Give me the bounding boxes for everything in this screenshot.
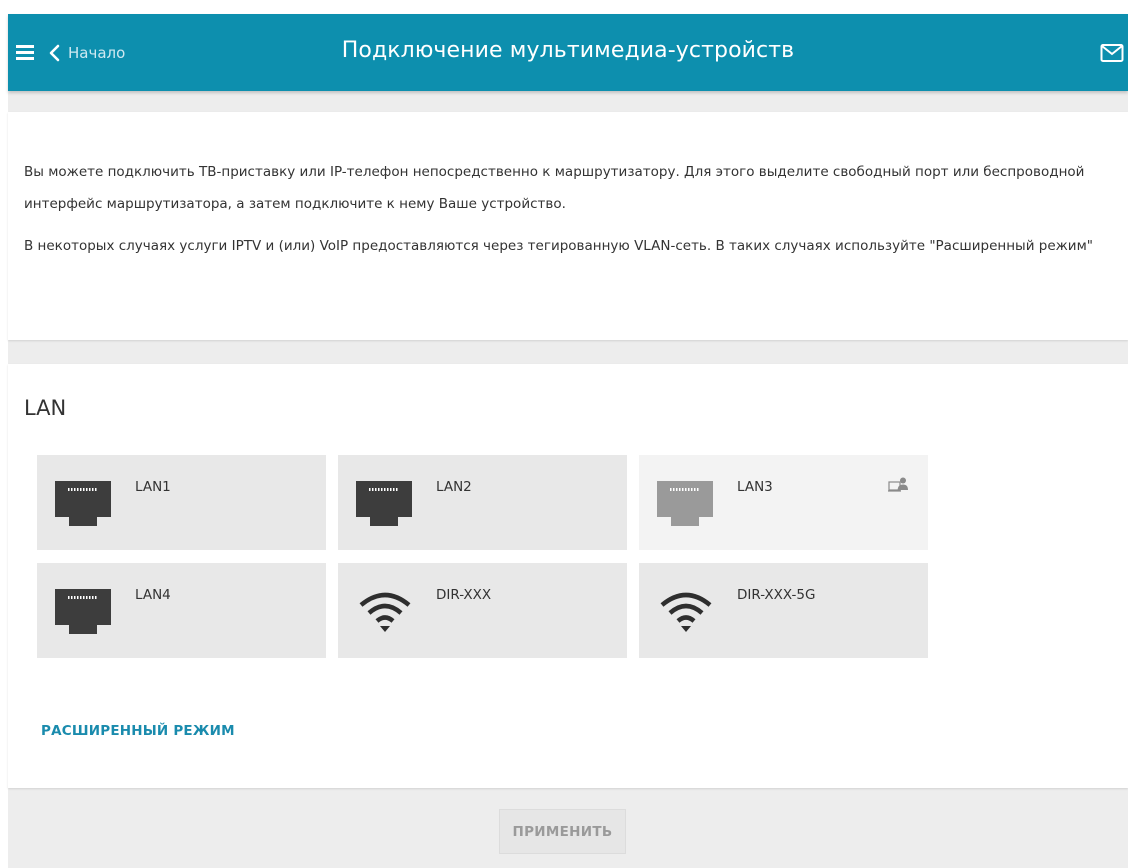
port-lan4[interactable]: LAN4	[37, 563, 326, 658]
apply-button[interactable]: ПРИМЕНИТЬ	[499, 809, 626, 854]
port-lan2[interactable]: LAN2	[338, 455, 627, 550]
top-bar: Начало Подключение мультимедиа-устройств	[8, 14, 1128, 91]
port-wifi-5g[interactable]: DIR-XXX-5G	[639, 563, 928, 658]
port-label: LAN1	[135, 479, 171, 495]
ethernet-port-icon	[356, 481, 412, 526]
port-label: LAN4	[135, 587, 171, 603]
info-paragraph-2: В некоторых случаях услуги IPTV и (или) …	[24, 238, 1093, 254]
port-lan3[interactable]: LAN3	[639, 455, 928, 550]
port-wifi-2g[interactable]: DIR-XXX	[338, 563, 627, 658]
section-title-lan: LAN	[24, 396, 67, 420]
connected-computer-icon	[888, 477, 908, 492]
port-label: DIR-XXX-5G	[737, 587, 816, 603]
port-label: DIR-XXX	[436, 587, 492, 603]
ethernet-port-icon	[55, 589, 111, 634]
port-label: LAN3	[737, 479, 773, 495]
page-title: Подключение мультимедиа-устройств	[341, 38, 795, 63]
envelope-icon[interactable]	[1100, 43, 1124, 63]
port-label: LAN2	[436, 479, 472, 495]
info-card: Вы можете подключить ТВ-приставку или IP…	[8, 112, 1128, 340]
ethernet-port-icon	[657, 481, 713, 526]
page-frame: Начало Подключение мультимедиа-устройств…	[8, 14, 1128, 868]
info-text: Вы можете подключить ТВ-приставку или IP…	[24, 156, 1114, 272]
lan-card: LAN LAN1 LAN2 LAN3 LAN4 DIR-XXX DIR-XXX-…	[8, 364, 1128, 788]
advanced-mode-link[interactable]: РАСШИРЕННЫЙ РЕЖИМ	[41, 723, 235, 739]
port-lan1[interactable]: LAN1	[37, 455, 326, 550]
wifi-icon	[359, 592, 411, 632]
wifi-icon	[660, 592, 712, 632]
ethernet-port-icon	[55, 481, 111, 526]
info-paragraph-1: Вы можете подключить ТВ-приставку или IP…	[24, 164, 1085, 212]
